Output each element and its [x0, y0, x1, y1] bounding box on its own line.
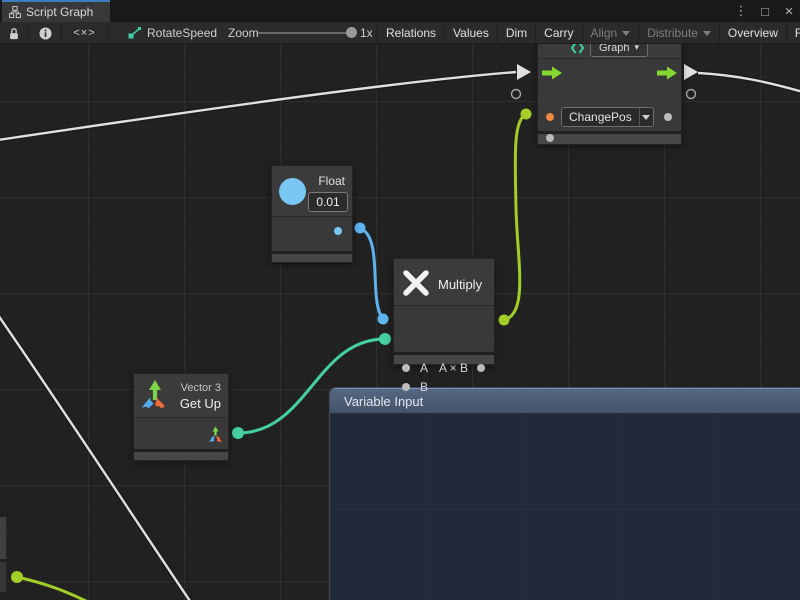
input-port-b[interactable] [402, 383, 410, 391]
group-header[interactable]: Variable Input [330, 388, 800, 413]
toolbar-button-relations[interactable]: Relations [377, 22, 444, 44]
node-title: Get Up [180, 396, 221, 411]
graph-toolbar: <×> RotateSpeed Zoom 1x Relations Values… [0, 22, 800, 44]
value-port[interactable] [664, 113, 672, 121]
node-footer [134, 452, 228, 460]
node-header[interactable]: Float 0.01 [272, 166, 352, 217]
zoom-slider-handle[interactable] [346, 27, 357, 38]
node-footer [272, 254, 352, 262]
node-type-label: Vector 3 [181, 382, 221, 394]
offscreen-node-fragment[interactable] [0, 517, 7, 559]
node-title: Multiply [438, 277, 482, 292]
toolbar-button-values[interactable]: Values [444, 22, 497, 44]
node-footer [538, 134, 681, 144]
node-vector3-get-up[interactable]: Vector 3 Get Up [133, 373, 229, 461]
node-header[interactable]: Multiply [394, 259, 494, 306]
port-label-b: B [420, 381, 428, 393]
window-tab-bar: Script Graph ⋮ □ × [0, 0, 800, 22]
zoom-slider-track[interactable] [258, 32, 352, 34]
info-icon [39, 27, 52, 40]
lock-button[interactable] [0, 22, 28, 44]
window-close-icon[interactable]: × [782, 3, 796, 20]
caret-down-icon [703, 31, 711, 36]
toolbar-button-distribute[interactable]: Distribute [638, 22, 719, 44]
caret-down-icon [622, 31, 630, 36]
toolbar-button-align[interactable]: Align [582, 22, 639, 44]
variable-dropdown-value: ChangePos [562, 110, 639, 124]
node-float-literal[interactable]: Float 0.01 [271, 165, 353, 263]
script-graph-icon [9, 6, 21, 18]
toolbar-button-carry[interactable]: Carry [535, 22, 581, 44]
port-label-a: A [420, 362, 428, 374]
lock-icon [8, 27, 20, 40]
node-title: Float [318, 174, 345, 188]
node-graph-event[interactable]: Graph ▾ ChangePos [537, 36, 682, 145]
variable-dropdown[interactable]: ChangePos [561, 107, 654, 127]
tab-script-graph[interactable]: Script Graph [2, 2, 110, 22]
zoom-label: Zoom [228, 22, 259, 44]
vector3-icon [139, 378, 171, 414]
toolbar-button-overview[interactable]: Overview [719, 22, 786, 44]
group-variable-input[interactable]: Variable Input [330, 388, 800, 600]
vector3-output-port-icon[interactable] [208, 426, 223, 442]
zoom-level: 1x [360, 22, 373, 44]
node-header[interactable]: Vector 3 Get Up [134, 374, 228, 418]
graph-reference-breadcrumb[interactable]: RotateSpeed [128, 22, 217, 44]
window-menu-icon[interactable]: ⋮ [734, 3, 748, 19]
node-multiply[interactable]: Multiply A A × B B [393, 258, 495, 365]
input-port-a[interactable] [402, 364, 410, 372]
group-body[interactable] [330, 413, 800, 600]
toolbar-button-dim[interactable]: Dim [497, 22, 535, 44]
toolbar-button-fullscreen[interactable]: Full Screen [786, 22, 800, 44]
subgraph-icon [128, 27, 141, 39]
value-port[interactable] [546, 134, 554, 142]
float-type-icon [279, 178, 306, 205]
output-port-result[interactable] [477, 364, 485, 372]
angle-brackets-x-icon: <×> [73, 27, 95, 39]
info-button[interactable] [29, 22, 61, 44]
code-view-button[interactable]: <×> [62, 22, 107, 44]
multiply-icon [401, 268, 431, 298]
offscreen-node-fragment[interactable] [0, 562, 7, 592]
port-label-result: A × B [439, 362, 468, 374]
flow-port-in-icon[interactable] [542, 66, 562, 80]
tab-label: Script Graph [26, 5, 93, 19]
caret-down-icon [639, 108, 653, 126]
script-graph-window: Variable Input [0, 0, 800, 600]
window-maximize-icon[interactable]: □ [758, 4, 772, 19]
flow-port-out-icon[interactable] [657, 66, 677, 80]
float-output-port[interactable] [334, 227, 342, 235]
float-value-field[interactable]: 0.01 [308, 192, 348, 212]
reference-label: RotateSpeed [147, 26, 217, 40]
variable-port-orange[interactable] [546, 113, 554, 121]
group-title: Variable Input [344, 394, 423, 409]
